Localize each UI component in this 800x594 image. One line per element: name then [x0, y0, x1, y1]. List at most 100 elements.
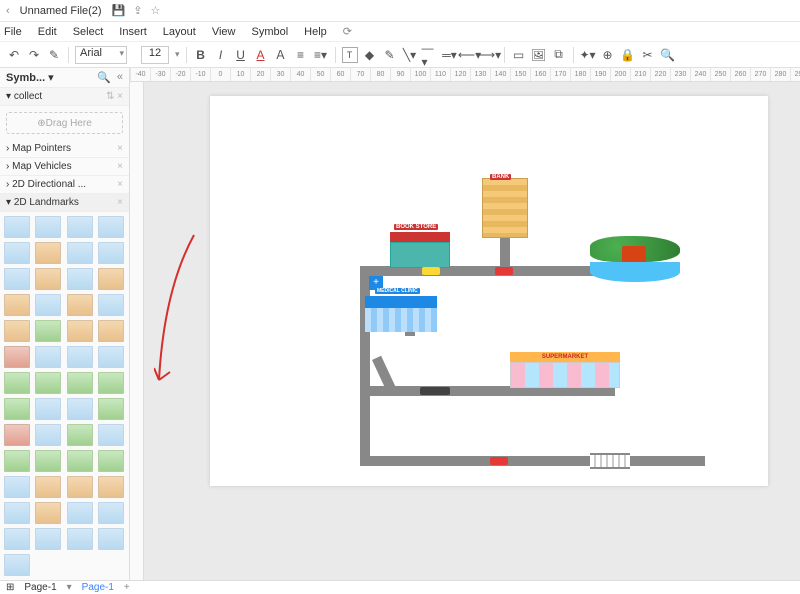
landmark-symbol[interactable]: [98, 268, 124, 290]
font-family-select[interactable]: Arial: [75, 46, 127, 64]
landmark-symbol[interactable]: [67, 450, 93, 472]
road[interactable]: [365, 456, 705, 466]
landmark-symbol[interactable]: [35, 424, 61, 446]
landmark-symbol[interactable]: [4, 554, 30, 576]
font-color-button[interactable]: A: [253, 47, 269, 63]
landmark-symbol[interactable]: [35, 242, 61, 264]
landmark-symbol[interactable]: [35, 528, 61, 550]
star-icon[interactable]: ☆: [151, 4, 161, 17]
share-icon[interactable]: ⇪: [133, 4, 142, 17]
cat-2d-landmarks[interactable]: ▾ 2D Landmarks×: [0, 194, 129, 212]
landmark-symbol[interactable]: [67, 242, 93, 264]
underline-button[interactable]: U: [233, 47, 249, 63]
landmark-symbol[interactable]: [67, 268, 93, 290]
add-page-button[interactable]: +: [124, 582, 130, 593]
landmark-symbol[interactable]: [67, 398, 93, 420]
landmark-symbol[interactable]: [98, 398, 124, 420]
back-button[interactable]: ‹: [6, 5, 10, 17]
medical-building[interactable]: + MEDICAL CLINIC: [365, 284, 437, 332]
landmark-symbol[interactable]: [4, 294, 30, 316]
landmark-symbol[interactable]: [98, 476, 124, 498]
drag-here-zone[interactable]: ⊕ Drag Here: [6, 112, 123, 134]
font-size-select[interactable]: 12: [141, 46, 169, 64]
text-tool-button[interactable]: T: [342, 47, 358, 63]
landmark-symbol[interactable]: [67, 294, 93, 316]
car-red-2[interactable]: [490, 457, 508, 465]
landmark-symbol[interactable]: [98, 450, 124, 472]
landmark-symbol[interactable]: [4, 346, 30, 368]
landmark-symbol[interactable]: [98, 372, 124, 394]
landmark-symbol[interactable]: [98, 424, 124, 446]
bridge[interactable]: [590, 453, 630, 469]
panel-search-icon[interactable]: 🔍: [97, 71, 111, 84]
collect-close-icon[interactable]: ×: [117, 91, 123, 102]
landmark-symbol[interactable]: [67, 346, 93, 368]
park[interactable]: [590, 236, 680, 282]
landmark-symbol[interactable]: [35, 398, 61, 420]
landmark-symbol[interactable]: [98, 294, 124, 316]
menu-edit[interactable]: Edit: [38, 26, 57, 38]
image-button[interactable]: 🖼: [531, 47, 547, 63]
supermarket-building[interactable]: SUPERMARKET: [510, 352, 620, 388]
sort-icon[interactable]: ⇅: [106, 91, 114, 102]
crop-button[interactable]: ✂: [640, 47, 656, 63]
lock-button[interactable]: 🔒: [620, 47, 636, 63]
fill-button[interactable]: ◆: [362, 47, 378, 63]
menu-file[interactable]: File: [4, 26, 22, 38]
landmark-symbol[interactable]: [35, 346, 61, 368]
line-spacing-button[interactable]: ≡: [293, 47, 309, 63]
landmark-symbol[interactable]: [4, 242, 30, 264]
menu-help[interactable]: Help: [304, 26, 327, 38]
landmark-symbol[interactable]: [4, 528, 30, 550]
cat-map-vehicles[interactable]: › Map Vehicles×: [0, 158, 129, 176]
landmark-symbol[interactable]: [67, 216, 93, 238]
landmark-symbol[interactable]: [67, 476, 93, 498]
menu-view[interactable]: View: [212, 26, 236, 38]
landmark-symbol[interactable]: [4, 476, 30, 498]
cat-2d-directional[interactable]: › 2D Directional ...×: [0, 176, 129, 194]
landmark-symbol[interactable]: [35, 294, 61, 316]
cat-map-pointers[interactable]: › Map Pointers×: [0, 140, 129, 158]
grid-icon[interactable]: ⊞: [6, 582, 14, 593]
landmark-symbol[interactable]: [35, 450, 61, 472]
landmark-symbol[interactable]: [4, 268, 30, 290]
line-weight-button[interactable]: ═▾: [442, 47, 458, 63]
landmark-symbol[interactable]: [4, 424, 30, 446]
landmark-symbol[interactable]: [4, 216, 30, 238]
car-yellow[interactable]: [422, 267, 440, 275]
landmark-symbol[interactable]: [4, 450, 30, 472]
landmark-symbol[interactable]: [98, 320, 124, 342]
search-button[interactable]: 🔍: [660, 47, 676, 63]
landmark-symbol[interactable]: [67, 320, 93, 342]
landmark-symbol[interactable]: [35, 502, 61, 524]
clear-format-button[interactable]: Ａ: [273, 47, 289, 63]
line-tool-button[interactable]: ╲▾: [402, 47, 418, 63]
landmark-symbol[interactable]: [98, 346, 124, 368]
landmark-symbol[interactable]: [98, 242, 124, 264]
landmark-symbol[interactable]: [67, 424, 93, 446]
bank-building[interactable]: BANK: [482, 178, 528, 238]
menu-layout[interactable]: Layout: [163, 26, 196, 38]
pen-tool-button[interactable]: ✎: [382, 47, 398, 63]
redo-button[interactable]: ↷: [26, 47, 42, 63]
connect-button[interactable]: ⊕: [600, 47, 616, 63]
effects-button[interactable]: ✦▾: [580, 47, 596, 63]
landmark-symbol[interactable]: [67, 372, 93, 394]
landmark-symbol[interactable]: [35, 372, 61, 394]
landmark-symbol[interactable]: [4, 398, 30, 420]
landmark-symbol[interactable]: [4, 502, 30, 524]
landmark-symbol[interactable]: [35, 268, 61, 290]
page[interactable]: BANK BOOK STORE + MEDICAL CLINIC SUPERMA…: [210, 96, 768, 486]
panel-collapse-icon[interactable]: «: [117, 71, 123, 84]
menu-insert[interactable]: Insert: [119, 26, 147, 38]
landmark-symbol[interactable]: [35, 216, 61, 238]
landmark-symbol[interactable]: [35, 476, 61, 498]
landmark-symbol[interactable]: [98, 502, 124, 524]
arrow-start-button[interactable]: ⟵▾: [462, 47, 478, 63]
menu-select[interactable]: Select: [73, 26, 104, 38]
canvas[interactable]: BANK BOOK STORE + MEDICAL CLINIC SUPERMA…: [144, 82, 800, 580]
landmark-symbol[interactable]: [98, 216, 124, 238]
line-style-button[interactable]: —▾: [422, 47, 438, 63]
align-button[interactable]: ≡▾: [313, 47, 329, 63]
landmark-symbol[interactable]: [67, 528, 93, 550]
